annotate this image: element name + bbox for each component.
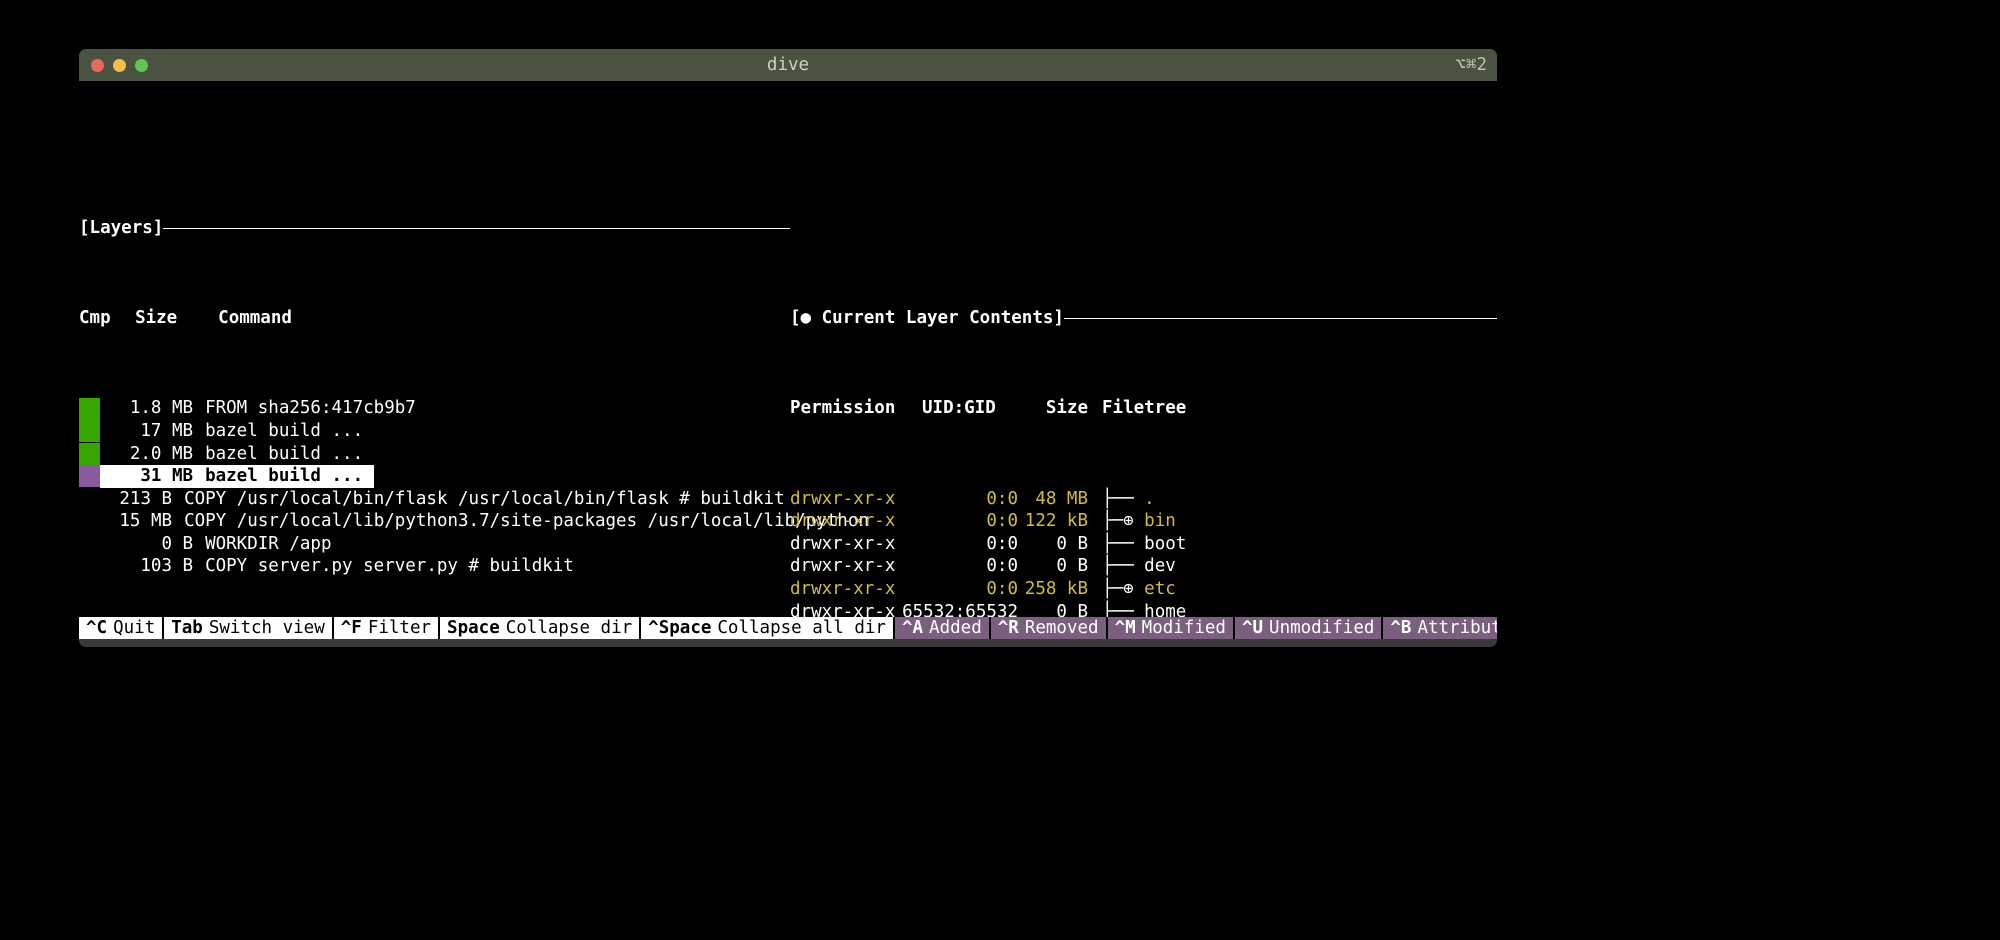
uidgid: 0:0 — [898, 488, 1018, 511]
minimize-icon[interactable] — [113, 59, 126, 72]
file-name: dev — [1144, 556, 1176, 576]
tree-branch-icon: ├─⊕ — [1102, 511, 1144, 531]
perm: drwxr-xr-x — [790, 578, 898, 601]
statusbar-action[interactable]: SpaceCollapse dir — [440, 617, 641, 639]
layer-size: 1.8 MB — [121, 397, 193, 420]
hdr-filetree: Filetree — [1102, 397, 1186, 420]
statusbar-legend: ^UUnmodified — [1235, 617, 1383, 639]
tree-branch-icon: ├── — [1102, 534, 1144, 554]
filetree-row[interactable]: drwxr-xr-x0:048 MB ├── . — [790, 488, 1497, 511]
layer-row[interactable]: 0 B WORKDIR /app — [79, 533, 790, 556]
statusbar-legend: ^AAdded — [895, 617, 991, 639]
filetree-header: Permission UID:GID Size Filetree — [790, 397, 1497, 420]
layer-command: bazel build ... — [205, 420, 363, 443]
filetree-row[interactable]: drwxr-xr-x0:0258 kB ├─⊕ etc — [790, 578, 1497, 601]
statusbar-legend: ^MModified — [1108, 617, 1235, 639]
cmp-indicator-icon — [79, 556, 100, 578]
window-controls — [91, 59, 148, 72]
layer-row[interactable]: 15 MBCOPY /usr/local/lib/python3.7/site-… — [79, 510, 790, 533]
cmp-indicator-icon — [79, 465, 100, 487]
layer-command: COPY server.py server.py # buildkit — [205, 555, 574, 578]
filetree-row[interactable]: drwxr-xr-x0:00 B ├── dev — [790, 555, 1497, 578]
terminal-content[interactable]: [Layers] Cmp Size Command 1.8 MB FROM sha… — [79, 81, 1497, 647]
file-name: bin — [1144, 511, 1176, 531]
size: 122 kB — [1018, 510, 1088, 533]
left-pane: [Layers] Cmp Size Command 1.8 MB FROM sha… — [79, 149, 790, 647]
cmp-indicator-icon — [79, 443, 100, 465]
tree-branch-icon: ├── — [1102, 556, 1144, 576]
hdr-uidgid: UID:GID — [922, 397, 1006, 420]
cmp-indicator-icon — [79, 398, 100, 420]
perm: drwxr-xr-x — [790, 488, 898, 511]
cmp-indicator-icon — [79, 533, 100, 555]
layer-size: 103 B — [121, 555, 193, 578]
tree-branch-icon: ├─⊕ — [1102, 579, 1144, 599]
layer-size: 15 MB — [100, 510, 172, 533]
hdr-cmp: Cmp — [79, 307, 114, 330]
statusbar-action[interactable]: ^CQuit — [79, 617, 164, 639]
layer-size: 0 B — [121, 533, 193, 556]
layer-size: 17 MB — [121, 420, 193, 443]
statusbar-legend: ^RRemoved — [991, 617, 1108, 639]
layer-row[interactable]: 17 MB bazel build ... — [79, 420, 790, 443]
hdr-size: Size — [1006, 397, 1088, 420]
right-pane: [● Current Layer Contents] Permission UI… — [790, 239, 1497, 647]
perm: drwxr-xr-x — [790, 533, 898, 556]
hdr-cmd: Command — [218, 307, 292, 330]
layer-row[interactable]: 2.0 MB bazel build ... — [79, 443, 790, 466]
uidgid: 0:0 — [898, 555, 1018, 578]
layer-size: 31 MB — [121, 465, 193, 488]
hdr-permission: Permission — [790, 397, 922, 420]
file-name: boot — [1144, 534, 1186, 554]
statusbar-action[interactable]: TabSwitch view — [164, 617, 334, 639]
window-tabs-indicator: ⌥⌘2 — [1455, 55, 1487, 75]
perm: drwxr-xr-x — [790, 555, 898, 578]
close-icon[interactable] — [91, 59, 104, 72]
layer-command: COPY /usr/local/bin/flask /usr/local/bin… — [184, 488, 785, 511]
layer-command: FROM sha256:417cb9b7 — [205, 397, 416, 420]
file-name: etc — [1144, 579, 1176, 599]
titlebar[interactable]: dive ⌥⌘2 — [79, 49, 1497, 81]
layer-row[interactable]: 31 MB bazel build ... — [79, 465, 790, 488]
layer-row[interactable]: 213 B COPY /usr/local/bin/flask /usr/loca… — [79, 488, 790, 511]
statusbar-action[interactable]: ^SpaceCollapse all dir — [641, 617, 895, 639]
statusbar-legend: ^BAttributes — [1383, 617, 1497, 639]
perm: drwxr-xr-x — [790, 510, 898, 533]
section-current-layer: [● Current Layer Contents] — [790, 307, 1497, 330]
layer-row[interactable]: 1.8 MB FROM sha256:417cb9b7 — [79, 397, 790, 420]
hdr-size: Size — [135, 307, 197, 330]
layer-command: WORKDIR /app — [205, 533, 331, 556]
layer-command: bazel build ... — [205, 443, 363, 466]
uidgid: 0:0 — [898, 510, 1018, 533]
size: 0 B — [1018, 555, 1088, 578]
layer-size: 2.0 MB — [121, 443, 193, 466]
layer-command: COPY /usr/local/lib/python3.7/site-packa… — [184, 510, 869, 533]
filetree-row[interactable]: drwxr-xr-x0:0122 kB ├─⊕ bin — [790, 510, 1497, 533]
size: 258 kB — [1018, 578, 1088, 601]
window-title: dive — [79, 55, 1497, 75]
size: 48 MB — [1018, 488, 1088, 511]
filetree-row[interactable]: drwxr-xr-x0:00 B ├── boot — [790, 533, 1497, 556]
statusbar-action[interactable]: ^FFilter — [334, 617, 440, 639]
layer-row[interactable]: 103 B COPY server.py server.py # buildkit — [79, 555, 790, 578]
status-bar: ^CQuitTabSwitch view^FFilterSpaceCollaps… — [79, 617, 1497, 639]
uidgid: 0:0 — [898, 533, 1018, 556]
terminal-window: dive ⌥⌘2 [Layers] Cmp Size Command 1.8 M… — [79, 49, 1497, 647]
zoom-icon[interactable] — [135, 59, 148, 72]
file-name: . — [1144, 489, 1155, 509]
layers-header: Cmp Size Command — [79, 307, 790, 330]
cmp-indicator-icon — [79, 420, 100, 442]
size: 0 B — [1018, 533, 1088, 556]
tree-branch-icon: ├── — [1102, 489, 1144, 509]
uidgid: 0:0 — [898, 578, 1018, 601]
layer-size: 213 B — [100, 488, 172, 511]
layer-command: bazel build ... — [205, 465, 363, 488]
section-layers: [Layers] — [79, 217, 790, 240]
